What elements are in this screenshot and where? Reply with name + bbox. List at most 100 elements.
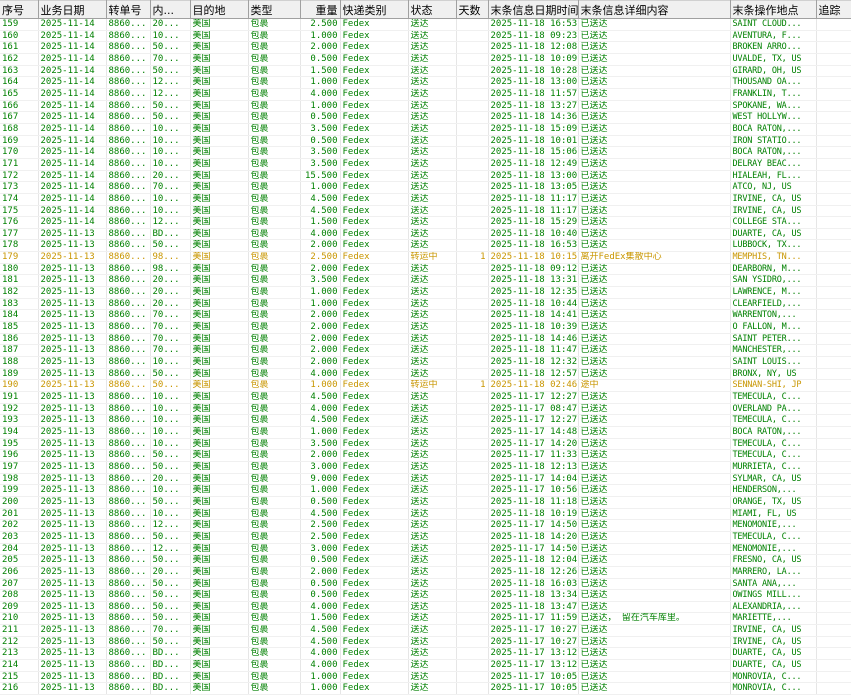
col-header-trace[interactable]: 追踪: [816, 0, 851, 19]
table-row[interactable]: 190 2025-11-13 8860... 50... 美国 包裹 1.000 Fedex 转…: [0, 379, 851, 392]
col-header-last-time[interactable]: 末条信息日期时间: [488, 0, 579, 19]
table-row[interactable]: 177 2025-11-13 8860... BD... 美国 包裹 4.000 Fedex 送…: [0, 228, 851, 241]
col-header-last-info[interactable]: 末条信息详细内容: [578, 0, 731, 19]
table-row[interactable]: 162 2025-11-14 8860... 70... 美国 包裹 0.500 Fedex 送…: [0, 53, 851, 66]
cell-last-time: 2025-11-18 11:47: [488, 344, 579, 358]
cell-last-time: 2025-11-18 10:19: [488, 508, 579, 521]
cell-location: GIRARD, OH, US: [730, 65, 817, 78]
table-row[interactable]: 189 2025-11-13 8860... 50... 美国 包裹 4.000 Fedex 送…: [0, 368, 851, 381]
table-row[interactable]: 165 2025-11-14 8860... 12... 美国 包裹 4.000 Fedex 送…: [0, 88, 851, 101]
table-row[interactable]: 183 2025-11-13 8860... 20... 美国 包裹 1.000 Fedex 送…: [0, 298, 851, 311]
cell-seq: 175: [0, 205, 39, 218]
table-row[interactable]: 216 2025-11-13 8860... BD... 美国 包裹 1.000 Fedex 送…: [0, 682, 851, 695]
cell-trace: [816, 170, 851, 183]
table-row[interactable]: 213 2025-11-13 8860... BD... 美国 包裹 4.000 Fedex 送…: [0, 647, 851, 661]
cell-weight: 2.000: [300, 41, 341, 54]
table-row[interactable]: 214 2025-11-13 8860... BD... 美国 包裹 4.000 Fedex 送…: [0, 659, 851, 672]
table-row[interactable]: 212 2025-11-13 8860... 50... 美国 包裹 4.500 Fedex 送…: [0, 636, 851, 649]
table-row[interactable]: 208 2025-11-13 8860... 50... 美国 包裹 0.500 Fedex 送…: [0, 589, 851, 602]
table-row[interactable]: 187 2025-11-13 8860... 70... 美国 包裹 2.000 Fedex 送…: [0, 344, 851, 358]
cell-destination: 美国: [190, 566, 249, 579]
cell-courier: Fedex: [340, 41, 409, 54]
table-row[interactable]: 186 2025-11-13 8860... 70... 美国 包裹 2.000 Fedex 送…: [0, 333, 851, 346]
table-row[interactable]: 195 2025-11-13 8860... 10... 美国 包裹 3.500 Fedex 送…: [0, 438, 851, 451]
table-row[interactable]: 175 2025-11-14 8860... 10... 美国 包裹 4.500 Fedex 送…: [0, 205, 851, 218]
cell-weight: 2.000: [300, 344, 341, 358]
table-row[interactable]: 205 2025-11-13 8860... 50... 美国 包裹 0.500 Fedex 送…: [0, 554, 851, 567]
table-row[interactable]: 209 2025-11-13 8860... 50... 美国 包裹 4.000 Fedex 送…: [0, 601, 851, 614]
col-header-weight[interactable]: 重量: [300, 0, 341, 19]
table-row[interactable]: 206 2025-11-13 8860... 20... 美国 包裹 2.000 Fedex 送…: [0, 566, 851, 579]
table-row[interactable]: 215 2025-11-13 8860... BD... 美国 包裹 1.000 Fedex 送…: [0, 671, 851, 684]
table-row[interactable]: 173 2025-11-14 8860... 70... 美国 包裹 1.000 Fedex 送…: [0, 181, 851, 194]
table-row[interactable]: 211 2025-11-13 8860... 70... 美国 包裹 4.500 Fedex 送…: [0, 624, 851, 637]
table-row[interactable]: 174 2025-11-14 8860... 10... 美国 包裹 4.500 Fedex 送…: [0, 193, 851, 206]
table-row[interactable]: 184 2025-11-13 8860... 70... 美国 包裹 2.000 Fedex 送…: [0, 309, 851, 323]
table-row[interactable]: 196 2025-11-13 8860... 50... 美国 包裹 2.000 Fedex 送…: [0, 449, 851, 462]
table-row[interactable]: 159 2025-11-14 8860... 20... 美国 包裹 2.500 Fedex 送…: [0, 18, 851, 31]
table-row[interactable]: 194 2025-11-13 8860... 10... 美国 包裹 1.000 Fedex 送…: [0, 426, 851, 439]
table-row[interactable]: 172 2025-11-14 8860... 20... 美国 包裹 15.500 Fedex…: [0, 170, 851, 183]
table-row[interactable]: 210 2025-11-13 8860... 50... 美国 包裹 1.500 Fedex 送…: [0, 612, 851, 626]
cell-type: 包裹: [248, 65, 301, 78]
cell-type: 包裹: [248, 333, 301, 346]
table-row[interactable]: 202 2025-11-13 8860... 12... 美国 包裹 2.500 Fedex 送…: [0, 519, 851, 532]
table-row[interactable]: 201 2025-11-13 8860... 10... 美国 包裹 4.500 Fedex 送…: [0, 508, 851, 521]
table-row[interactable]: 182 2025-11-13 8860... 20... 美国 包裹 1.000 Fedex 送…: [0, 286, 851, 299]
table-row[interactable]: 204 2025-11-13 8860... 12... 美国 包裹 3.000 Fedex 送…: [0, 543, 851, 556]
cell-type: 包裹: [248, 181, 301, 194]
cell-last-info: 已送达: [578, 274, 731, 288]
col-header-inner-no[interactable]: 内...: [150, 0, 191, 19]
table-row[interactable]: 163 2025-11-14 8860... 50... 美国 包裹 1.500 Fedex 送…: [0, 65, 851, 78]
cell-weight: 3.000: [300, 461, 341, 474]
col-header-location[interactable]: 末条操作地点: [730, 0, 817, 19]
table-row[interactable]: 164 2025-11-14 8860... 12... 美国 包裹 1.000 Fedex 送…: [0, 76, 851, 89]
table-row[interactable]: 171 2025-11-14 8860... 10... 美国 包裹 3.500 Fedex 送…: [0, 158, 851, 171]
col-header-tracking-no[interactable]: 转单号: [106, 0, 151, 19]
col-header-business-date[interactable]: 业务日期: [38, 0, 107, 19]
cell-trace: [816, 543, 851, 556]
table-row[interactable]: 191 2025-11-13 8860... 10... 美国 包裹 4.500 Fedex 送…: [0, 391, 851, 404]
table-row[interactable]: 185 2025-11-13 8860... 70... 美国 包裹 2.000 Fedex 送…: [0, 321, 851, 334]
table-row[interactable]: 180 2025-11-13 8860... 98... 美国 包裹 2.000 Fedex 送…: [0, 263, 851, 276]
cell-last-time: 2025-11-18 16:53: [488, 239, 579, 253]
table-row[interactable]: 166 2025-11-14 8860... 50... 美国 包裹 1.000 Fedex 送…: [0, 100, 851, 113]
cell-seq: 160: [0, 30, 39, 43]
table-row[interactable]: 200 2025-11-13 8860... 50... 美国 包裹 0.500 Fedex 送…: [0, 496, 851, 509]
col-header-type[interactable]: 类型: [248, 0, 301, 19]
table-row[interactable]: 178 2025-11-13 8860... 50... 美国 包裹 2.000 Fedex 送…: [0, 239, 851, 253]
col-header-courier[interactable]: 快递类别: [340, 0, 409, 19]
table-row[interactable]: 193 2025-11-13 8860... 10... 美国 包裹 4.500 Fedex 送…: [0, 414, 851, 427]
cell-days: [456, 274, 489, 288]
col-header-status[interactable]: 状态: [408, 0, 457, 19]
cell-last-time: 2025-11-17 12:27: [488, 391, 579, 404]
table-row[interactable]: 167 2025-11-14 8860... 50... 美国 包裹 0.500 Fedex 送…: [0, 111, 851, 124]
table-row[interactable]: 170 2025-11-14 8860... 10... 美国 包裹 3.500 Fedex 送…: [0, 146, 851, 159]
cell-status: 送达: [408, 298, 457, 311]
cell-date: 2025-11-13: [38, 589, 107, 602]
table-row[interactable]: 199 2025-11-13 8860... 10... 美国 包裹 1.000 Fedex 送…: [0, 484, 851, 497]
table-row[interactable]: 197 2025-11-13 8860... 50... 美国 包裹 3.000 Fedex 送…: [0, 461, 851, 474]
cell-date: 2025-11-13: [38, 647, 107, 661]
table-row[interactable]: 161 2025-11-14 8860... 50... 美国 包裹 2.000 Fedex 送…: [0, 41, 851, 54]
cell-last-info: 已送达: [578, 519, 731, 532]
table-row[interactable]: 169 2025-11-14 8860... 10... 美国 包裹 0.500 Fedex 送…: [0, 135, 851, 148]
table-row[interactable]: 203 2025-11-13 8860... 50... 美国 包裹 2.500 Fedex 送…: [0, 531, 851, 544]
table-row[interactable]: 207 2025-11-13 8860... 50... 美国 包裹 0.500 Fedex 送…: [0, 578, 851, 591]
table-row[interactable]: 192 2025-11-13 8860... 10... 美国 包裹 4.000 Fedex 送…: [0, 403, 851, 416]
col-header-seq[interactable]: 序号: [0, 0, 39, 19]
cell-seq: 176: [0, 216, 39, 229]
table-row[interactable]: 160 2025-11-14 8860... 10... 美国 包裹 1.000 Fedex 送…: [0, 30, 851, 43]
cell-trace: [816, 566, 851, 579]
table-row[interactable]: 176 2025-11-14 8860... 12... 美国 包裹 1.500 Fedex 送…: [0, 216, 851, 229]
cell-location: SPOKANE, WA...: [730, 100, 817, 113]
col-header-destination[interactable]: 目的地: [190, 0, 249, 19]
table-row[interactable]: 188 2025-11-13 8860... 10... 美国 包裹 2.000 Fedex 送…: [0, 356, 851, 369]
table-row[interactable]: 181 2025-11-13 8860... 20... 美国 包裹 3.500 Fedex 送…: [0, 274, 851, 288]
cell-last-time: 2025-11-18 10:09: [488, 53, 579, 66]
table-row[interactable]: 168 2025-11-14 8860... 10... 美国 包裹 3.500 Fedex 送…: [0, 123, 851, 136]
col-header-days[interactable]: 天数: [456, 0, 489, 19]
cell-weight: 1.000: [300, 426, 341, 439]
table-row[interactable]: 179 2025-11-13 8860... 98... 美国 包裹 2.500 Fedex 转…: [0, 251, 851, 264]
table-row[interactable]: 198 2025-11-13 8860... 20... 美国 包裹 9.000 Fedex 送…: [0, 473, 851, 486]
